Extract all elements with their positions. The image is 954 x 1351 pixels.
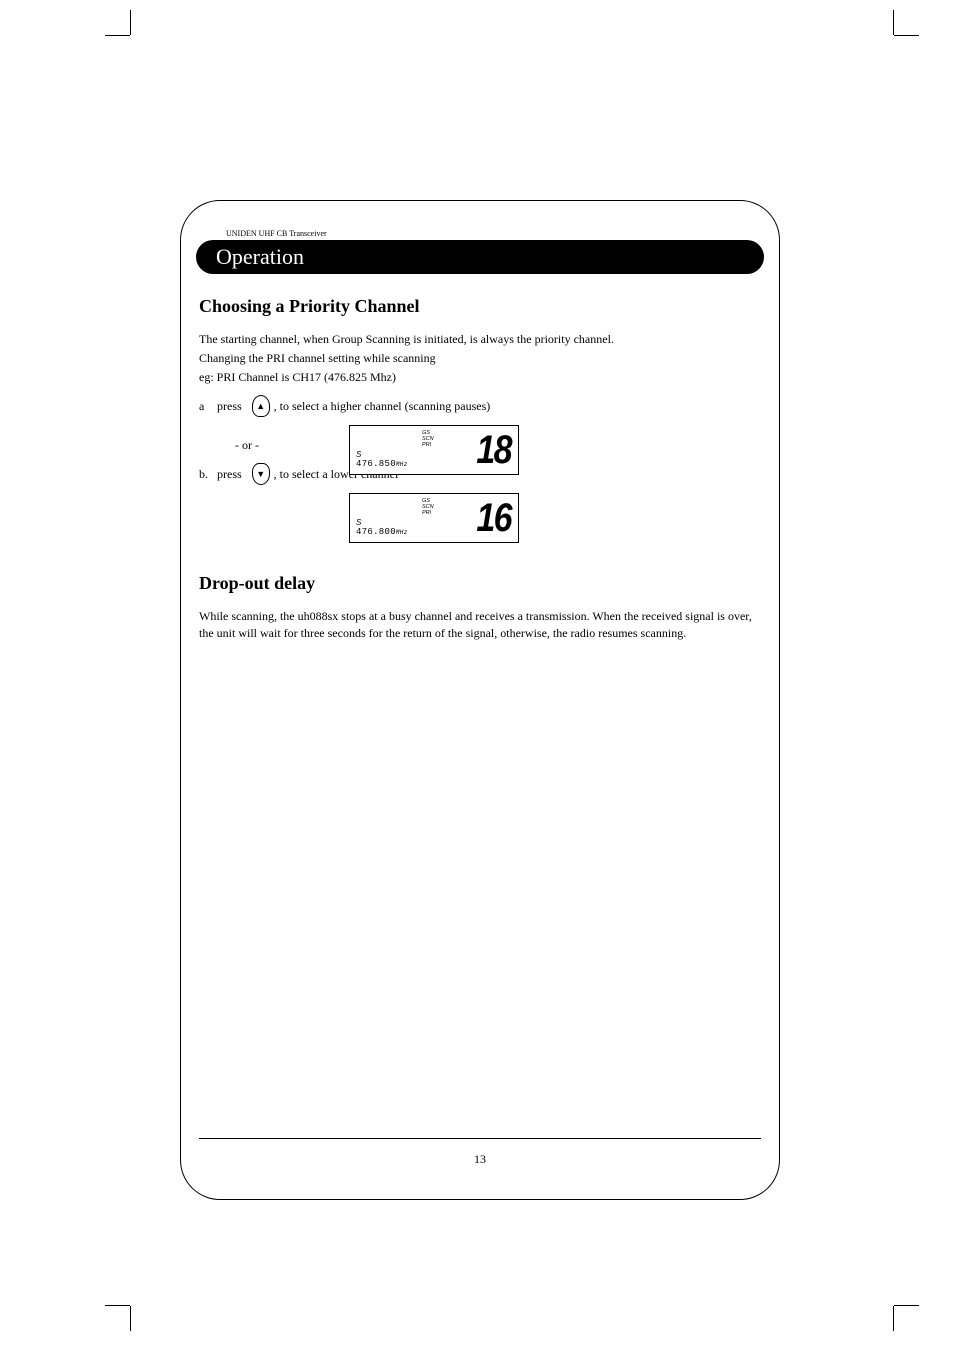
- footer-rule: [199, 1138, 761, 1139]
- lcd-left: S 476.850MHz: [356, 429, 470, 471]
- crop-mark: [130, 1306, 131, 1331]
- step-text: , to select a higher channel (scanning p…: [274, 399, 491, 414]
- crop-mark: [893, 1306, 894, 1331]
- lcd-left: S 476.800MHz: [356, 497, 470, 539]
- lcd-channel-number: 18: [476, 429, 512, 471]
- lcd-annunciators: GS SCN PRI: [422, 498, 434, 516]
- lcd-display-1: S 476.850MHz GS SCN PRI 18: [349, 425, 519, 475]
- crop-mark: [894, 1305, 919, 1306]
- lcd-annunciators: GS SCN PRI: [422, 430, 434, 448]
- crop-mark: [130, 10, 131, 35]
- lcd-s-indicator: S: [356, 450, 470, 459]
- step-label: a: [199, 399, 217, 414]
- lcd-display-2: S 476.800MHz GS SCN PRI 16: [349, 493, 519, 543]
- section-pill: Operation: [196, 240, 764, 274]
- lcd-s-indicator: S: [356, 518, 470, 527]
- heading-priority-channel: Choosing a Priority Channel: [199, 296, 761, 317]
- page-number: 13: [181, 1152, 779, 1167]
- step-press: press: [217, 467, 242, 482]
- step-a: a press ▲ , to select a higher channel (…: [199, 395, 761, 417]
- step-press: press: [217, 399, 242, 414]
- step-label: b.: [199, 467, 217, 482]
- page-frame: UNIDEN UHF CB Transceiver Operation Choo…: [180, 200, 780, 1200]
- heading-dropout-delay: Drop-out delay: [199, 573, 761, 594]
- crop-mark: [893, 10, 894, 35]
- up-arrow-icon: ▲: [252, 395, 270, 417]
- crop-mark: [105, 1305, 130, 1306]
- body-line: eg: PRI Channel is CH17 (476.825 Mhz): [199, 369, 761, 386]
- body-line: The starting channel, when Group Scannin…: [199, 331, 761, 348]
- lcd-frequency: 476.850MHz: [356, 459, 470, 469]
- header-small-text: UNIDEN UHF CB Transceiver: [226, 229, 764, 238]
- lcd-pri: PRI: [422, 510, 434, 516]
- lcd-frequency: 476.800MHz: [356, 527, 470, 537]
- lcd-channel-number: 16: [476, 497, 512, 539]
- body-paragraph: While scanning, the uh088sx stops at a b…: [199, 608, 761, 642]
- lcd-pri: PRI: [422, 442, 434, 448]
- body-line: Changing the PRI channel setting while s…: [199, 350, 761, 367]
- down-arrow-icon: ▼: [252, 463, 270, 485]
- crop-mark: [894, 35, 919, 36]
- header: UNIDEN UHF CB Transceiver Operation: [196, 229, 764, 274]
- crop-mark: [105, 35, 130, 36]
